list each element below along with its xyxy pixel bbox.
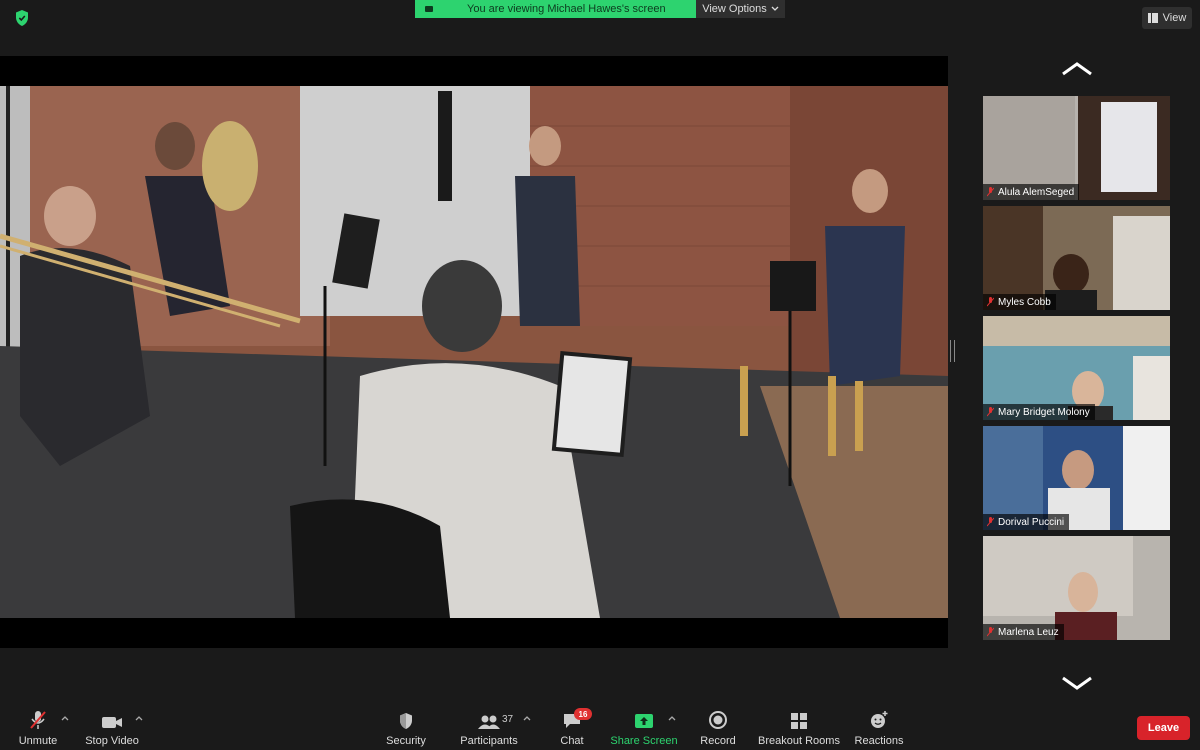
screen-share-icon <box>425 6 433 12</box>
panel-resize-handle[interactable] <box>950 340 955 362</box>
participant-name: Marlena Leuz <box>998 626 1059 638</box>
security-label: Security <box>386 735 426 747</box>
view-button[interactable]: View <box>1142 7 1192 29</box>
brass-quintet-scene-image <box>0 86 948 618</box>
shared-video-frame <box>0 86 948 618</box>
chat-label: Chat <box>560 735 584 747</box>
view-options-button[interactable]: View Options <box>696 0 785 18</box>
participant-name: Mary Bridget Molony <box>998 406 1090 418</box>
record-button[interactable]: Record <box>698 706 738 750</box>
chevron-down-icon <box>771 6 779 11</box>
chevron-up-icon[interactable] <box>134 714 144 722</box>
participants-icon <box>478 715 500 729</box>
leave-button[interactable]: Leave <box>1137 716 1190 740</box>
grid-view-icon <box>1147 13 1158 23</box>
mic-muted-icon <box>987 627 994 637</box>
participant-tile[interactable]: Myles Cobb <box>983 206 1170 310</box>
reactions-label: Reactions <box>854 735 904 747</box>
participant-name-bar: Mary Bridget Molony <box>983 404 1095 420</box>
mic-muted-icon <box>987 517 994 527</box>
mic-muted-icon <box>30 711 46 729</box>
participant-tile[interactable]: Dorival Puccini <box>983 426 1170 530</box>
participants-count: 37 <box>502 714 514 725</box>
unmute-label: Unmute <box>18 735 58 747</box>
chevron-up-icon[interactable] <box>667 714 677 722</box>
participant-name: Dorival Puccini <box>998 516 1065 528</box>
chevron-up-icon[interactable] <box>1060 60 1094 78</box>
participant-name-bar: Myles Cobb <box>983 294 1056 310</box>
stop-video-button[interactable]: Stop Video <box>84 706 140 750</box>
breakout-rooms-icon <box>791 713 807 729</box>
participant-name-bar: Marlena Leuz <box>983 624 1064 640</box>
record-icon <box>709 711 727 729</box>
participant-name: Alula AlemSeged <box>998 186 1075 198</box>
smiley-plus-icon <box>871 711 888 728</box>
unmute-button[interactable]: Unmute <box>16 706 60 750</box>
record-label: Record <box>700 735 736 747</box>
chevron-down-icon[interactable] <box>1060 674 1094 692</box>
participant-name-bar: Alula AlemSeged <box>983 184 1080 200</box>
share-screen-label: Share Screen <box>610 735 678 747</box>
participant-gallery: Alula AlemSeged Myles Cobb Mary Bridget … <box>983 96 1170 646</box>
participant-tile[interactable]: Mary Bridget Molony <box>983 316 1170 420</box>
shield-icon[interactable] <box>12 8 32 28</box>
reactions-button[interactable]: Reactions <box>852 706 906 750</box>
mic-muted-icon <box>987 407 994 417</box>
security-button[interactable]: Security <box>384 706 428 750</box>
share-screen-button[interactable]: Share Screen <box>610 706 678 750</box>
shield-icon <box>400 713 412 729</box>
mic-muted-icon <box>987 297 994 307</box>
chat-unread-badge: 16 <box>574 708 592 720</box>
chevron-up-icon[interactable] <box>60 714 70 722</box>
top-bar: You are viewing Michael Hawes's screen V… <box>0 0 1200 56</box>
breakout-rooms-button[interactable]: Breakout Rooms <box>756 706 842 750</box>
stop-video-label: Stop Video <box>85 735 139 747</box>
video-camera-icon <box>102 717 122 728</box>
mic-muted-icon <box>987 187 994 197</box>
share-screen-icon <box>635 714 653 728</box>
participant-tile[interactable]: Alula AlemSeged <box>983 96 1170 200</box>
participants-button[interactable]: Participants <box>460 706 518 750</box>
participant-name: Myles Cobb <box>998 296 1051 308</box>
shared-screen-area <box>0 56 948 648</box>
view-options-label: View Options <box>702 3 767 15</box>
view-button-label: View <box>1162 12 1187 24</box>
participant-tile[interactable]: Marlena Leuz <box>983 536 1170 640</box>
banner-text: You are viewing Michael Hawes's screen <box>467 3 666 15</box>
chevron-up-icon[interactable] <box>522 714 532 722</box>
meeting-toolbar: Unmute Stop Video Security Participants … <box>0 706 1200 750</box>
participant-name-bar: Dorival Puccini <box>983 514 1070 530</box>
participants-label: Participants <box>460 735 518 747</box>
breakout-rooms-label: Breakout Rooms <box>758 735 840 747</box>
screen-share-banner: You are viewing Michael Hawes's screen <box>415 0 696 18</box>
